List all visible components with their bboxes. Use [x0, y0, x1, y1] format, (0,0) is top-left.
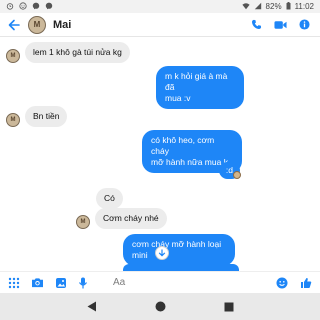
contact-avatar[interactable]: M — [28, 15, 46, 34]
message-line: cơm cháy mỡ hành loại — [132, 239, 222, 249]
avatar-initial: M — [80, 219, 86, 225]
nav-back-icon[interactable] — [87, 301, 97, 312]
info-icon[interactable] — [299, 19, 310, 30]
message-thread[interactable]: M lem 1 khô gà túi nửa kg m k hỏi giá à … — [0, 38, 320, 271]
menu-dots-icon[interactable] — [8, 277, 20, 289]
message-bubble[interactable]: lem 1 khô gà túi nửa kg — [25, 42, 130, 63]
sender-avatar[interactable]: M — [76, 215, 90, 229]
avatar-initial: M — [33, 20, 41, 29]
message-line: mua :v — [165, 93, 191, 103]
message-bubble[interactable]: Có — [96, 188, 123, 209]
message-bubble[interactable]: Cơm cháy nhé — [95, 208, 167, 229]
nav-recents-icon[interactable] — [224, 302, 234, 312]
message-line: mini — [132, 250, 148, 260]
like-icon[interactable] — [300, 277, 312, 289]
smiley-icon — [19, 1, 27, 12]
status-bar: 82% 11:02 — [0, 0, 320, 13]
seen-avatar — [233, 171, 241, 179]
battery-icon — [286, 1, 291, 12]
back-arrow-icon[interactable] — [4, 15, 24, 35]
microphone-icon[interactable] — [78, 277, 88, 289]
message-incoming: M lem 1 khô gà túi nửa kg — [6, 42, 130, 63]
alarm-icon — [6, 2, 14, 12]
messenger-icon — [32, 2, 40, 12]
composer-bar: Aa — [0, 271, 320, 293]
message-outgoing: m k hỏi giá à mà đã mua :v — [156, 66, 244, 109]
message-bubble[interactable]: cơm cháy mỡ hành loại mini — [123, 234, 235, 266]
emoji-icon[interactable] — [276, 277, 288, 289]
message-incoming: Có — [96, 188, 123, 209]
contact-name[interactable]: Mai — [53, 19, 71, 31]
message-input[interactable]: Aa — [113, 277, 125, 288]
message-line: có khô heo, cơm cháy — [151, 135, 215, 156]
clock: 11:02 — [294, 2, 314, 11]
phone-call-icon[interactable] — [251, 19, 262, 30]
sender-avatar[interactable]: M — [6, 49, 20, 63]
signal-icon — [254, 2, 262, 12]
arrow-down-icon — [158, 249, 166, 257]
avatar-initial: M — [10, 117, 16, 123]
scroll-to-bottom-button[interactable] — [155, 246, 169, 260]
conversation-header: M Mai — [0, 13, 320, 37]
message-outgoing: cơm cháy mỡ hành loại mini — [123, 234, 235, 266]
avatar-initial: M — [10, 53, 16, 59]
sender-avatar[interactable]: M — [6, 113, 20, 127]
message-bubble[interactable]: Bn tiền — [25, 106, 68, 127]
message-line: m k hỏi giá à mà đã — [165, 71, 228, 92]
message-incoming: M Cơm cháy nhé — [76, 208, 167, 229]
message-bubble[interactable]: m k hỏi giá à mà đã mua :v — [156, 66, 244, 109]
system-nav-bar — [0, 293, 320, 320]
camera-icon[interactable] — [31, 277, 44, 288]
message-bubble-partial — [123, 264, 239, 271]
nav-home-icon[interactable] — [155, 301, 166, 312]
battery-percent: 82% — [265, 2, 282, 11]
video-call-icon[interactable] — [274, 20, 287, 30]
messenger-icon — [45, 2, 53, 12]
wifi-icon — [241, 2, 250, 12]
gallery-icon[interactable] — [55, 277, 67, 289]
message-incoming: M Bn tiền — [6, 106, 68, 127]
